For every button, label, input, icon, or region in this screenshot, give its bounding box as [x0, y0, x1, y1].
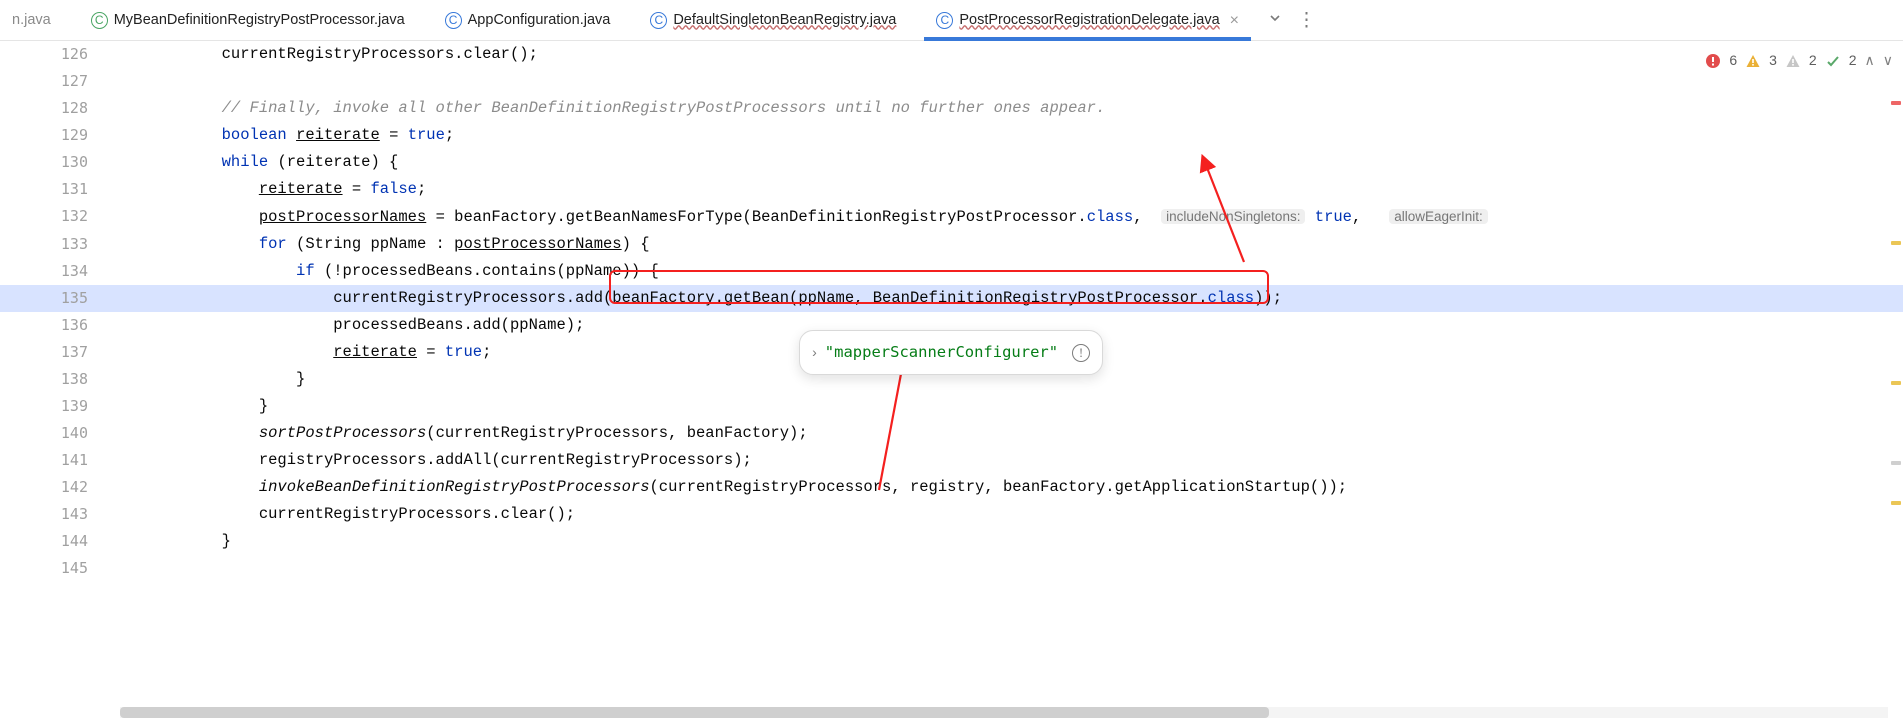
line-number: 126 [0, 41, 110, 68]
tab-label: AppConfiguration.java [468, 7, 611, 34]
tab-mybeanpostprocessor[interactable]: C MyBeanDefinitionRegistryPostProcessor.… [71, 0, 425, 40]
code-line-current: currentRegistryProcessors.add(beanFactor… [110, 285, 1282, 312]
code-line: boolean reiterate = true; [110, 122, 454, 149]
expand-icon[interactable]: › [812, 339, 817, 366]
error-stripe[interactable] [1890, 41, 1903, 718]
line-number: 130 [0, 149, 110, 176]
code-line: } [110, 393, 268, 420]
code-line: for (String ppName : postProcessorNames)… [110, 231, 650, 258]
tab-appconfiguration[interactable]: C AppConfiguration.java [425, 0, 631, 40]
code-line: // Finally, invoke all other BeanDefinit… [110, 95, 1105, 122]
code-line: invokeBeanDefinitionRegistryPostProcesso… [110, 474, 1347, 501]
info-icon[interactable]: ! [1072, 344, 1090, 362]
tab-postprocessorregistrationdelegate[interactable]: C PostProcessorRegistrationDelegate.java… [916, 0, 1259, 40]
code-line: } [110, 528, 231, 555]
tab-partial-left[interactable]: n.java [0, 0, 71, 40]
code-editor[interactable]: 126 currentRegistryProcessors.clear(); 1… [0, 41, 1903, 718]
code-line: currentRegistryProcessors.clear(); [110, 41, 538, 68]
line-number: 144 [0, 528, 110, 555]
code-line: while (reiterate) { [110, 149, 398, 176]
close-icon[interactable]: × [1230, 7, 1239, 34]
editor-tabs: n.java C MyBeanDefinitionRegistryPostPro… [0, 0, 1903, 41]
code-line: registryProcessors.addAll(currentRegistr… [110, 447, 752, 474]
code-line: reiterate = true; [110, 339, 491, 366]
java-class-icon: C [936, 12, 953, 29]
tab-label: PostProcessorRegistrationDelegate.java [959, 7, 1219, 34]
line-number: 142 [0, 474, 110, 501]
code-line: sortPostProcessors(currentRegistryProces… [110, 420, 808, 447]
line-number: 137 [0, 339, 110, 366]
line-number: 135 [0, 285, 110, 312]
tab-label: n.java [12, 7, 51, 34]
code-line: postProcessorNames = beanFactory.getBean… [110, 203, 1488, 231]
code-line: processedBeans.add(ppName); [110, 312, 584, 339]
java-class-icon: C [650, 12, 667, 29]
tabs-more-icon[interactable]: ⋮ [1291, 7, 1328, 34]
java-class-icon: C [445, 12, 462, 29]
line-number: 145 [0, 555, 110, 582]
line-number: 141 [0, 447, 110, 474]
line-number: 128 [0, 95, 110, 122]
chevron-down-icon[interactable] [1259, 7, 1291, 34]
inline-hint: includeNonSingletons: [1161, 209, 1305, 224]
debug-value-tooltip[interactable]: › "mapperScannerConfigurer" ! [799, 330, 1103, 375]
line-number: 133 [0, 231, 110, 258]
line-number: 132 [0, 203, 110, 231]
horizontal-scrollbar[interactable] [120, 707, 1888, 718]
code-line: if (!processedBeans.contains(ppName)) { [110, 258, 659, 285]
code-line: currentRegistryProcessors.clear(); [110, 501, 575, 528]
scrollbar-thumb[interactable] [120, 707, 1269, 718]
line-number: 140 [0, 420, 110, 447]
tab-label: DefaultSingletonBeanRegistry.java [673, 7, 896, 34]
tooltip-value: "mapperScannerConfigurer" [825, 339, 1058, 366]
line-number: 129 [0, 122, 110, 149]
line-number: 127 [0, 68, 110, 95]
line-number: 139 [0, 393, 110, 420]
java-class-icon: C [91, 12, 108, 29]
tab-defaultsingletonbeanregistry[interactable]: C DefaultSingletonBeanRegistry.java [630, 0, 916, 40]
line-number: 138 [0, 366, 110, 393]
line-number: 136 [0, 312, 110, 339]
line-number: 143 [0, 501, 110, 528]
code-line: reiterate = false; [110, 176, 426, 203]
inline-hint: allowEagerInit: [1389, 209, 1488, 224]
line-number: 134 [0, 258, 110, 285]
tab-label: MyBeanDefinitionRegistryPostProcessor.ja… [114, 7, 405, 34]
line-number: 131 [0, 176, 110, 203]
code-line: } [110, 366, 305, 393]
